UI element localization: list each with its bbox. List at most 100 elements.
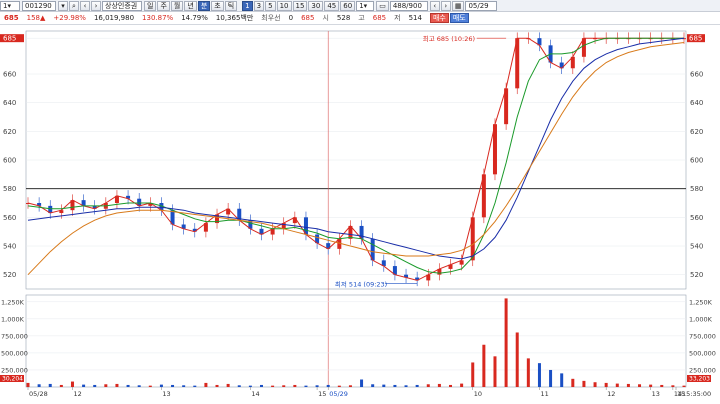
interval-select[interactable]: 1 ▾ bbox=[356, 0, 375, 11]
stock-code-input[interactable]: 001290 bbox=[22, 0, 56, 11]
period-tab-4[interactable]: 분 bbox=[197, 0, 211, 11]
volume-bar bbox=[259, 384, 263, 387]
volume-bar bbox=[348, 385, 352, 387]
volume-bar bbox=[526, 358, 530, 387]
bar-count-value: 488/900 bbox=[392, 1, 422, 10]
volume-tick-right: 1,250K bbox=[689, 298, 713, 306]
price-tick-left: 600 bbox=[3, 157, 16, 165]
volume-bar bbox=[371, 384, 375, 387]
interval-button-3[interactable]: 3 bbox=[253, 0, 265, 11]
low-value: 514 bbox=[408, 14, 422, 22]
volume-bar bbox=[93, 384, 97, 387]
period-tab-3[interactable]: 년 bbox=[184, 0, 197, 11]
high-label: 고 bbox=[358, 14, 365, 22]
period-tab-2[interactable]: 월 bbox=[170, 0, 184, 11]
period-tab-5[interactable]: 초 bbox=[211, 0, 224, 11]
period-tab-0[interactable]: 일 bbox=[144, 0, 157, 11]
volume-bar bbox=[82, 384, 86, 387]
volume-bar bbox=[226, 383, 230, 387]
volume-bar bbox=[337, 385, 341, 387]
x-axis-label: 14 bbox=[251, 390, 259, 398]
volume-bar bbox=[326, 384, 330, 387]
interval-button-5[interactable]: 5 bbox=[265, 0, 276, 11]
code-search-icon[interactable]: ▾ bbox=[58, 0, 68, 11]
chart-type-icon[interactable]: ▭ bbox=[376, 0, 389, 11]
change-value: 158 bbox=[26, 14, 40, 22]
volume-bar bbox=[437, 383, 441, 387]
volume-tick-left: 1,250K bbox=[1, 298, 25, 306]
volume-bar bbox=[482, 344, 486, 387]
time-label: 15:35:00 bbox=[682, 390, 711, 398]
pref-value: 0 bbox=[288, 14, 294, 22]
x-axis-label: 13 bbox=[162, 390, 170, 398]
x-axis-label: 11 bbox=[540, 390, 548, 398]
price-tick-right: 560 bbox=[690, 214, 703, 222]
period-tabs: 일주월년분초틱 bbox=[144, 0, 238, 11]
date-value: 05/29 bbox=[468, 1, 489, 10]
high-value: 685 bbox=[372, 14, 387, 22]
period-select[interactable]: 1 ▾ bbox=[0, 0, 20, 11]
volume-bar bbox=[193, 385, 197, 387]
period-tab-6[interactable]: 틱 bbox=[224, 0, 238, 11]
volume-bar bbox=[159, 384, 163, 387]
volume-tick-left: 250,000 bbox=[1, 366, 28, 374]
interval-value: 1 bbox=[359, 1, 364, 10]
price-tick-right: 620 bbox=[690, 128, 703, 136]
volume-tick-left: 1,000K bbox=[1, 315, 25, 323]
current-price-tag-label: 685 bbox=[689, 35, 702, 43]
volume-bar bbox=[137, 385, 141, 387]
date-field[interactable]: 05/29 bbox=[465, 0, 498, 11]
volume-bar bbox=[638, 384, 642, 387]
price-tick-right: 660 bbox=[690, 71, 703, 79]
volume-bar bbox=[382, 384, 386, 387]
open-value-top: 685 bbox=[301, 14, 315, 22]
low-annotation: 최저 514 (09:23) bbox=[335, 279, 387, 288]
interval-button-45[interactable]: 45 bbox=[324, 0, 340, 11]
volume-bar bbox=[126, 384, 130, 387]
chart-area[interactable]: 520 520 540 540 560 560 580 580 600 600 620 620 640 6… bbox=[0, 25, 720, 404]
volume-bar bbox=[449, 384, 453, 387]
interval-button-15[interactable]: 15 bbox=[292, 0, 308, 11]
zoom-in-icon[interactable]: ‹ bbox=[429, 0, 440, 11]
volume-bar bbox=[304, 385, 308, 387]
interval-buttons: 1 3 5 10 15 30 45 60 bbox=[242, 0, 356, 11]
volume-bar bbox=[560, 373, 564, 387]
volume-bar bbox=[293, 384, 297, 387]
price-tick-right: 520 bbox=[690, 271, 703, 279]
calendar-icon[interactable]: ▦ bbox=[451, 0, 465, 11]
volume-tick-left: 750,000 bbox=[1, 332, 28, 340]
volume-bar bbox=[682, 385, 686, 387]
interval-button-60[interactable]: 60 bbox=[340, 0, 356, 11]
price-tick-left: 660 bbox=[3, 71, 16, 79]
prev-stock-icon[interactable]: ‹ bbox=[80, 0, 90, 11]
bar-count-field[interactable]: 488/900 bbox=[389, 0, 428, 11]
quote-bar: 685 158▲ +29.98% 16,019,980 130.87% 14.7… bbox=[0, 12, 720, 25]
stock-chart[interactable]: 520 520 540 540 560 560 580 580 600 600 620 620 640 6… bbox=[0, 25, 720, 404]
price-tick-right: 640 bbox=[690, 99, 703, 107]
search-icon[interactable]: ⌕ bbox=[69, 0, 79, 11]
high-annotation: 최고 685 (10:26) bbox=[423, 34, 475, 43]
volume-bar bbox=[493, 356, 497, 387]
volume-bar bbox=[504, 298, 508, 387]
price-tick-left: 580 bbox=[3, 185, 16, 193]
volume-bar bbox=[615, 383, 619, 387]
period-tab-1[interactable]: 주 bbox=[157, 0, 170, 11]
volume-bar bbox=[660, 384, 664, 387]
buy-button[interactable]: 매수 bbox=[429, 13, 449, 23]
price-tick-left: 620 bbox=[3, 128, 16, 136]
volume-bar bbox=[48, 383, 52, 387]
zoom-out-icon[interactable]: › bbox=[440, 0, 451, 11]
volume-bar bbox=[104, 384, 108, 387]
sell-button[interactable]: 매도 bbox=[449, 13, 469, 23]
turnover: 14.79% bbox=[181, 14, 208, 22]
current-price: 685 bbox=[4, 14, 19, 22]
price-tick-left: 560 bbox=[3, 214, 16, 222]
volume-bar bbox=[515, 332, 519, 387]
interval-button-30[interactable]: 30 bbox=[308, 0, 324, 11]
interval-button-1[interactable]: 1 bbox=[242, 0, 253, 11]
interval-button-10[interactable]: 10 bbox=[276, 0, 292, 11]
volume-bar bbox=[593, 382, 597, 387]
volume-bar bbox=[426, 384, 430, 387]
volume-bar bbox=[315, 385, 319, 387]
next-stock-icon[interactable]: › bbox=[91, 0, 101, 11]
